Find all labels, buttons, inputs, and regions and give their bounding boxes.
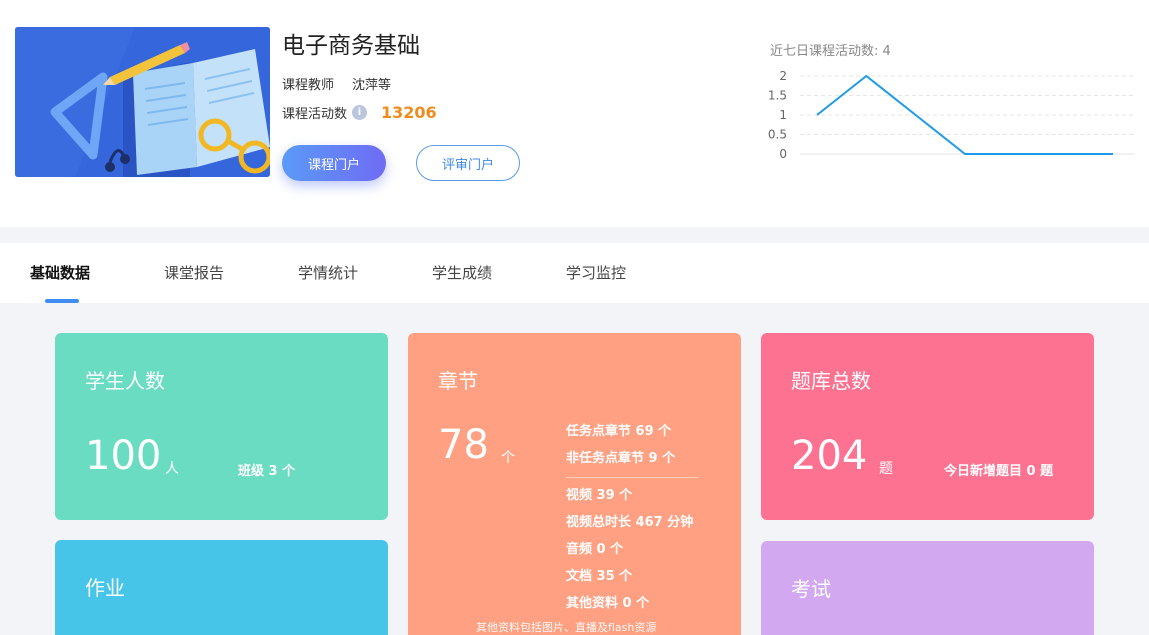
tab-basic-data[interactable]: 基础数据 [30, 243, 90, 303]
exam-card-title: 考试 [791, 577, 831, 601]
students-card-title: 学生人数 [85, 369, 165, 393]
teacher-label: 课程教师 [282, 78, 335, 93]
chapters-unit: 个 [501, 450, 515, 466]
review-portal-button[interactable]: 评审门户 [416, 145, 520, 181]
course-cover-image[interactable] [15, 27, 270, 177]
tab-class-report[interactable]: 课堂报告 [164, 243, 224, 303]
class-count: 班级 3 个 [238, 464, 296, 479]
non-task-chapters: 非任务点章节 9 个 [566, 451, 676, 466]
chapters-card-title: 章节 [438, 369, 478, 393]
task-chapters: 任务点章节 69 个 [566, 424, 672, 439]
course-title: 电子商务基础 [282, 33, 420, 59]
homework-card-title: 作业 [85, 576, 125, 600]
course-header: 电子商务基础 课程教师 沈萍等 课程活动数 i 13206 课程门户 评审门户 … [0, 0, 1149, 227]
chapter-task-list: 任务点章节 69 个 非任务点章节 9 个 [566, 423, 675, 477]
activity-label: 课程活动数 [282, 107, 348, 122]
chart-ytick-label: 1 [779, 108, 787, 122]
chapter-divider [566, 477, 699, 478]
document-count: 文档 35 个 [566, 569, 633, 584]
chapters-count: 78 [438, 422, 489, 468]
video-duration: 视频总时长 467 分钟 [566, 515, 694, 530]
audio-count: 音频 0 个 [566, 542, 624, 557]
other-resources-count: 其他资料 0 个 [566, 596, 650, 611]
other-resources-note: 其他资料包括图片、直播及flash资源 [476, 621, 657, 634]
question-bank-card[interactable]: 题库总数 204 题 今日新增题目 0 题 [761, 333, 1094, 520]
teacher-name: 沈萍等 [352, 78, 392, 93]
chapter-resource-list: 视频 39 个 视频总时长 467 分钟 音频 0 个 文档 35 个 其他资料… [566, 487, 693, 622]
tab-learning-monitor[interactable]: 学习监控 [566, 243, 626, 303]
exam-card[interactable]: 考试 [761, 541, 1094, 635]
question-bank-card-title: 题库总数 [791, 369, 871, 393]
tab-learning-stats[interactable]: 学情统计 [298, 243, 358, 303]
tab-student-grades[interactable]: 学生成绩 [432, 243, 492, 303]
course-cover-illustration [15, 27, 270, 177]
students-count: 100 [85, 433, 162, 479]
chart-ytick-label: 2 [779, 69, 787, 83]
course-portal-button[interactable]: 课程门户 [282, 145, 386, 181]
chart-title: 近七日课程活动数: 4 [770, 44, 891, 59]
students-unit: 人 [165, 461, 179, 477]
today-new-questions: 今日新增题目 0 题 [944, 464, 1054, 479]
activity-line-chart: 2 1.5 1 0.5 0 [768, 69, 1135, 161]
tab-bar: 基础数据 课堂报告 学情统计 学生成绩 学习监控 [0, 243, 1149, 303]
active-tab-indicator [45, 299, 79, 303]
question-bank-unit: 题 [879, 461, 893, 477]
chart-ytick-label: 0 [779, 147, 787, 161]
activity-row: 课程活动数 i 13206 [282, 103, 437, 122]
chart-ytick-label: 1.5 [768, 89, 787, 103]
question-bank-count: 204 [791, 433, 868, 479]
homework-card[interactable]: 作业 [55, 540, 388, 635]
students-card[interactable]: 学生人数 100 人 班级 3 个 [55, 333, 388, 520]
teacher-row: 课程教师 沈萍等 [282, 74, 391, 93]
chart-ytick-label: 0.5 [768, 128, 787, 142]
activity-count: 13206 [381, 103, 437, 122]
chapters-card[interactable]: 章节 78 个 任务点章节 69 个 非任务点章节 9 个 视频 39 个 视频… [408, 333, 741, 635]
info-icon[interactable]: i [352, 105, 368, 120]
video-count: 视频 39 个 [566, 488, 633, 503]
